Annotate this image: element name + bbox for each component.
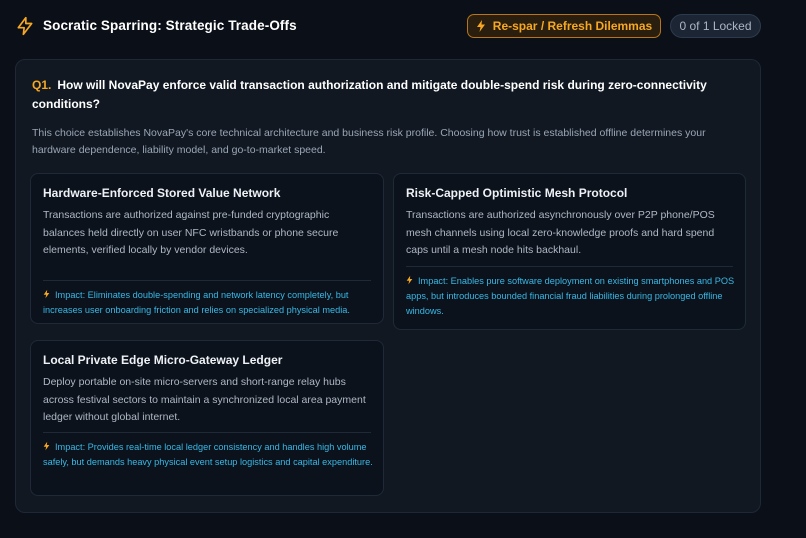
option-description: Transactions are authorized asynchronous… (406, 209, 715, 256)
option-title: Risk-Capped Optimistic Mesh Protocol (406, 186, 628, 200)
locked-count-badge: 0 of 1 Locked (670, 14, 761, 38)
option-impact-text: Impact: Enables pure software deployment… (406, 276, 735, 316)
option-impact: Impact: Provides real-time local ledger … (43, 440, 375, 470)
option-divider (43, 280, 371, 281)
option-card-optimistic-mesh[interactable]: Risk-Capped Optimistic Mesh Protocol Tra… (393, 173, 746, 330)
option-description: Deploy portable on-site micro-servers an… (43, 376, 366, 423)
question-context: This choice establishes NovaPay's core t… (32, 127, 706, 156)
option-description: Transactions are authorized against pre-… (43, 209, 339, 256)
question-heading: Q1. How will NovaPay enforce valid transa… (32, 76, 732, 114)
option-impact: Impact: Eliminates double-spending and n… (43, 288, 375, 318)
page-title: Socratic Sparring: Strategic Trade-Offs (43, 18, 297, 33)
option-card-stored-value[interactable]: Hardware-Enforced Stored Value Network T… (30, 173, 384, 324)
lightning-bolt-icon (476, 20, 485, 32)
option-card-edge-ledger[interactable]: Local Private Edge Micro-Gateway Ledger … (30, 340, 384, 496)
lightning-bolt-icon (43, 289, 50, 299)
lightning-bolt-icon (43, 441, 50, 451)
option-impact-text: Impact: Provides real-time local ledger … (43, 442, 373, 467)
option-divider (406, 266, 733, 267)
respar-button-label: Re-spar / Refresh Dilemmas (492, 19, 653, 33)
question-panel: Q1. How will NovaPay enforce valid transa… (15, 59, 761, 513)
option-divider (43, 432, 371, 433)
lightning-bolt-icon (406, 275, 413, 285)
option-title: Hardware-Enforced Stored Value Network (43, 186, 281, 200)
lightning-bolt-icon (17, 16, 33, 36)
option-impact-text: Impact: Eliminates double-spending and n… (43, 290, 350, 315)
question-text: How will NovaPay enforce valid transacti… (32, 78, 707, 111)
option-impact: Impact: Enables pure software deployment… (406, 274, 738, 319)
option-title: Local Private Edge Micro-Gateway Ledger (43, 353, 283, 367)
question-number: Q1. (32, 78, 52, 92)
respar-refresh-button[interactable]: Re-spar / Refresh Dilemmas (467, 14, 661, 38)
app-header: Socratic Sparring: Strategic Trade-Offs … (0, 0, 806, 52)
